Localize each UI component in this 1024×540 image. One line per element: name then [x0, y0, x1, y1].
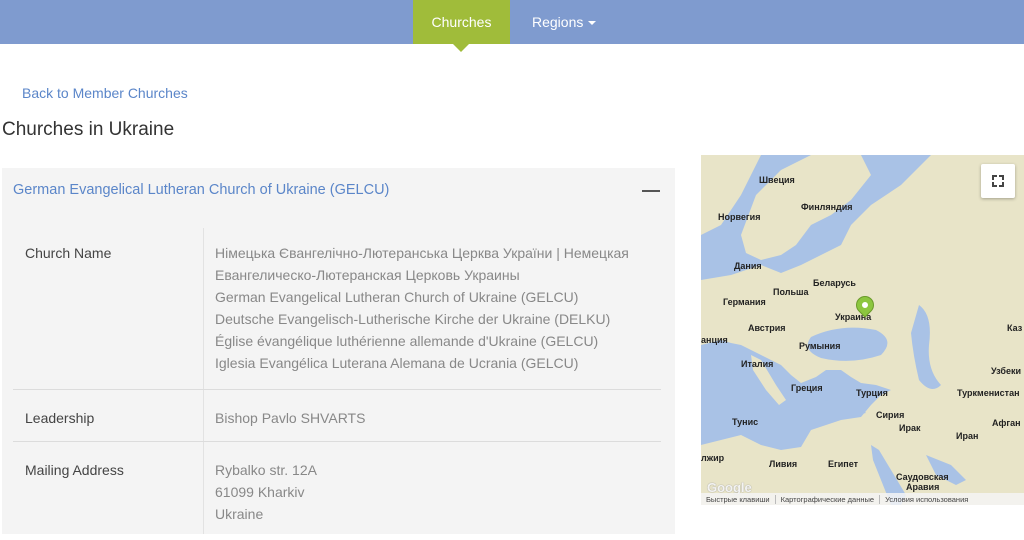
fullscreen-icon-corner: [999, 182, 1004, 187]
map-label-norway: Норвегия: [718, 212, 761, 222]
map-label-romania: Румыния: [799, 341, 841, 351]
church-name-line: Deutsche Evangelisch-Lutherische Kirche …: [215, 311, 611, 327]
nav-tab-regions[interactable]: Regions: [520, 0, 606, 44]
map-label-libya: Ливия: [769, 459, 798, 469]
map-label-afghan: Афган: [992, 418, 1021, 428]
map-label-belarus: Беларусь: [813, 278, 856, 288]
fullscreen-icon-corner: [992, 182, 997, 187]
page-title: Churches in Ukraine: [2, 119, 175, 140]
nav-regions-label: Regions: [532, 14, 584, 30]
church-name-line: Евангелическо-Лютеранская Церковь Украин…: [215, 267, 520, 283]
address-line: 61099 Kharkiv: [215, 484, 305, 500]
church-name-values: Німецька Євангелічно-Лютеранська Церква …: [215, 242, 629, 374]
church-name-line: Église évangélique luthérienne allemande…: [215, 333, 599, 349]
map[interactable]: Швеция Финляндия Норвегия Дания Беларусь…: [701, 155, 1024, 505]
map-label-germany: Германия: [723, 297, 766, 307]
address-line: Ukraine: [215, 506, 264, 522]
church-accordion-panel: German Evangelical Lutheran Church of Uk…: [2, 168, 675, 534]
mailing-address-values: Rybalko str. 12A 61099 Kharkiv Ukraine: [215, 459, 317, 525]
map-label-saudi: Саудовская: [896, 472, 949, 482]
accordion-title[interactable]: German Evangelical Lutheran Church of Uk…: [13, 182, 389, 198]
collapse-icon[interactable]: [642, 190, 660, 192]
map-label-tunisia: Тунис: [732, 417, 759, 427]
map-data-link[interactable]: Картографические данные: [776, 494, 881, 504]
map-label-iraq: Ирак: [899, 423, 921, 433]
mailing-address-label: Mailing Address: [25, 462, 124, 478]
leadership-value: Bishop Pavlo SHVARTS: [215, 410, 366, 426]
map-label-denmark: Дания: [734, 261, 762, 271]
church-name-label: Church Name: [25, 245, 112, 261]
map-label-arabia: Аравия: [906, 482, 940, 492]
map-label-algeria: лжир: [701, 453, 725, 463]
address-line: Rybalko str. 12A: [215, 462, 317, 478]
map-label-france: анция: [701, 335, 728, 345]
map-label-sweden: Швеция: [759, 175, 795, 185]
leadership-label: Leadership: [25, 410, 95, 426]
map-footer: Быстрые клавиши Картографические данные …: [701, 493, 1024, 505]
church-name-line: Iglesia Evangélica Luterana Alemana de U…: [215, 355, 579, 371]
map-label-greece: Греция: [791, 383, 823, 393]
active-tab-arrow-icon: [453, 44, 469, 52]
map-label-italy: Италия: [741, 359, 774, 369]
nav-tab-churches[interactable]: Churches: [413, 0, 510, 44]
back-to-member-churches-link[interactable]: Back to Member Churches: [22, 85, 188, 101]
terms-of-use-link[interactable]: Условия использования: [880, 495, 973, 504]
map-label-iran: Иран: [956, 431, 979, 441]
keyboard-shortcuts-link[interactable]: Быстрые клавиши: [701, 494, 776, 504]
row-mailing-address: Mailing Address Rybalko str. 12A 61099 K…: [13, 442, 661, 534]
map-label-poland: Польша: [773, 287, 809, 297]
map-label-turkey: Турция: [856, 388, 888, 398]
map-label-kaz: Каз: [1007, 323, 1023, 333]
accordion-header[interactable]: German Evangelical Lutheran Church of Uk…: [2, 168, 675, 214]
map-label-finland: Финляндия: [801, 202, 853, 212]
church-name-line: Німецька Євангелічно-Лютеранська Церква …: [215, 245, 629, 261]
caret-down-icon: [588, 21, 597, 25]
row-church-name: Church Name Німецька Євангелічно-Лютеран…: [13, 228, 661, 390]
church-name-line: German Evangelical Lutheran Church of Uk…: [215, 289, 579, 305]
map-label-uzbek: Узбеки: [991, 366, 1022, 376]
map-label-turkmen: Туркменистан: [957, 388, 1020, 398]
fullscreen-icon-corner: [999, 175, 1004, 180]
map-label-syria: Сирия: [876, 410, 905, 420]
top-nav: Churches Regions: [0, 0, 1024, 44]
map-label-austria: Австрия: [748, 323, 786, 333]
row-leadership: Leadership Bishop Pavlo SHVARTS: [13, 390, 661, 442]
fullscreen-icon: [992, 175, 997, 180]
fullscreen-button[interactable]: [981, 164, 1015, 198]
map-label-egypt: Египет: [828, 459, 859, 469]
